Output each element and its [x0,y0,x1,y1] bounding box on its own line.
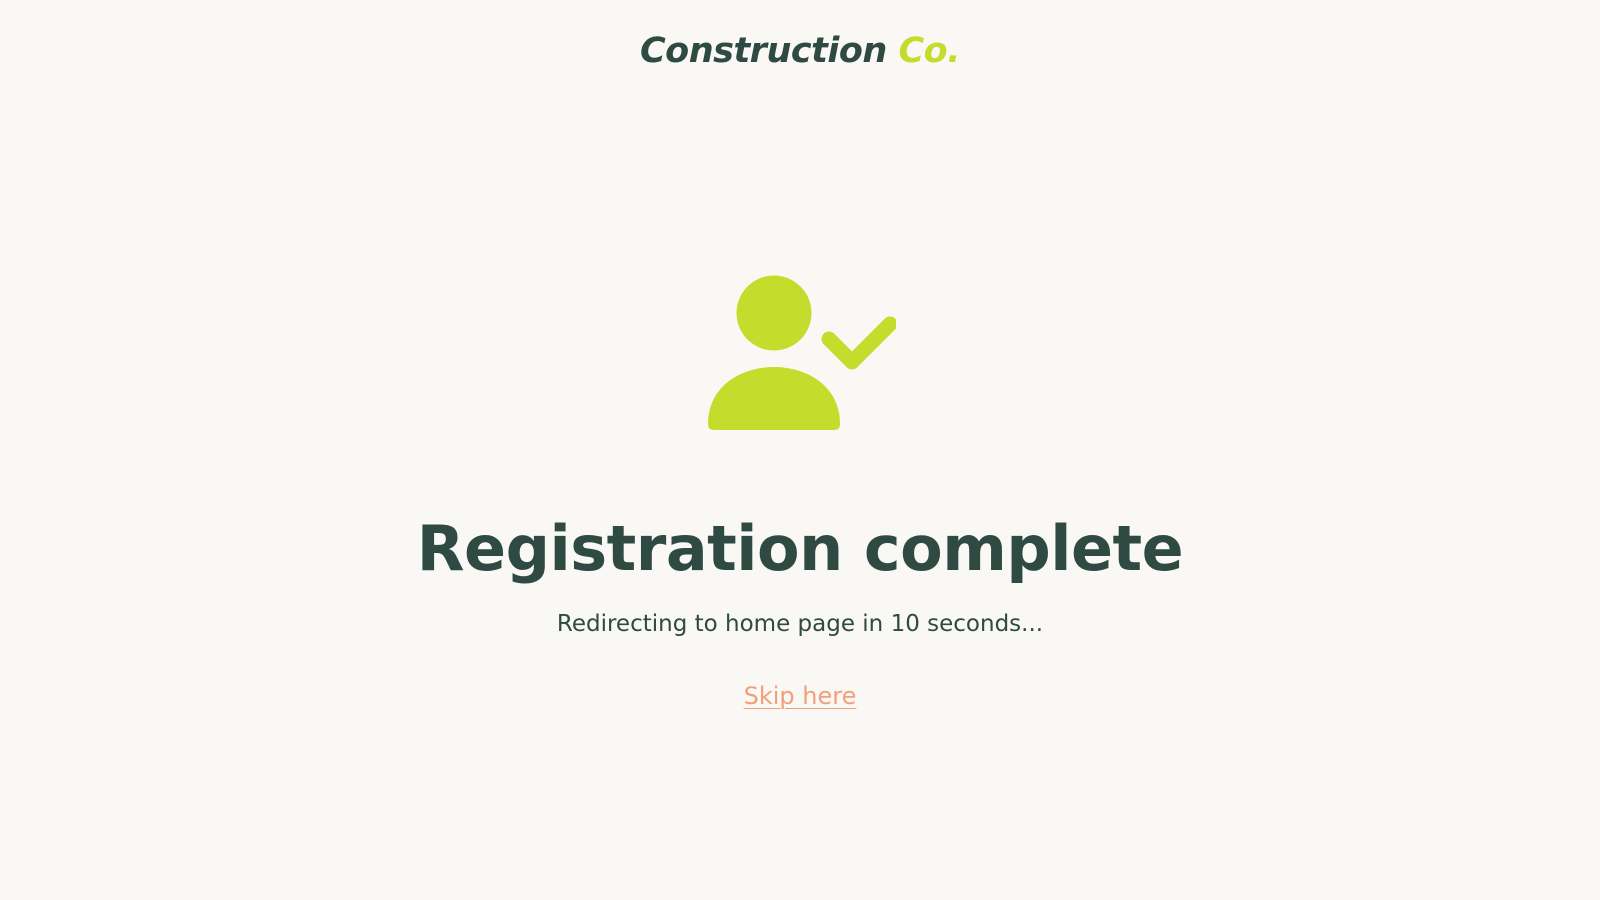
redirect-message: Redirecting to home page in 10 seconds..… [556,611,1044,637]
skip-link-container: Skip here [0,678,1600,714]
skip-link[interactable]: Skip here [744,682,857,710]
brand-logo: Construction Co. [0,28,1600,74]
brand-name-accent: Co. [898,31,961,71]
page-title: Registration complete [416,512,1184,585]
brand-name-main: Construction [639,31,887,71]
user-check-icon [704,270,898,430]
